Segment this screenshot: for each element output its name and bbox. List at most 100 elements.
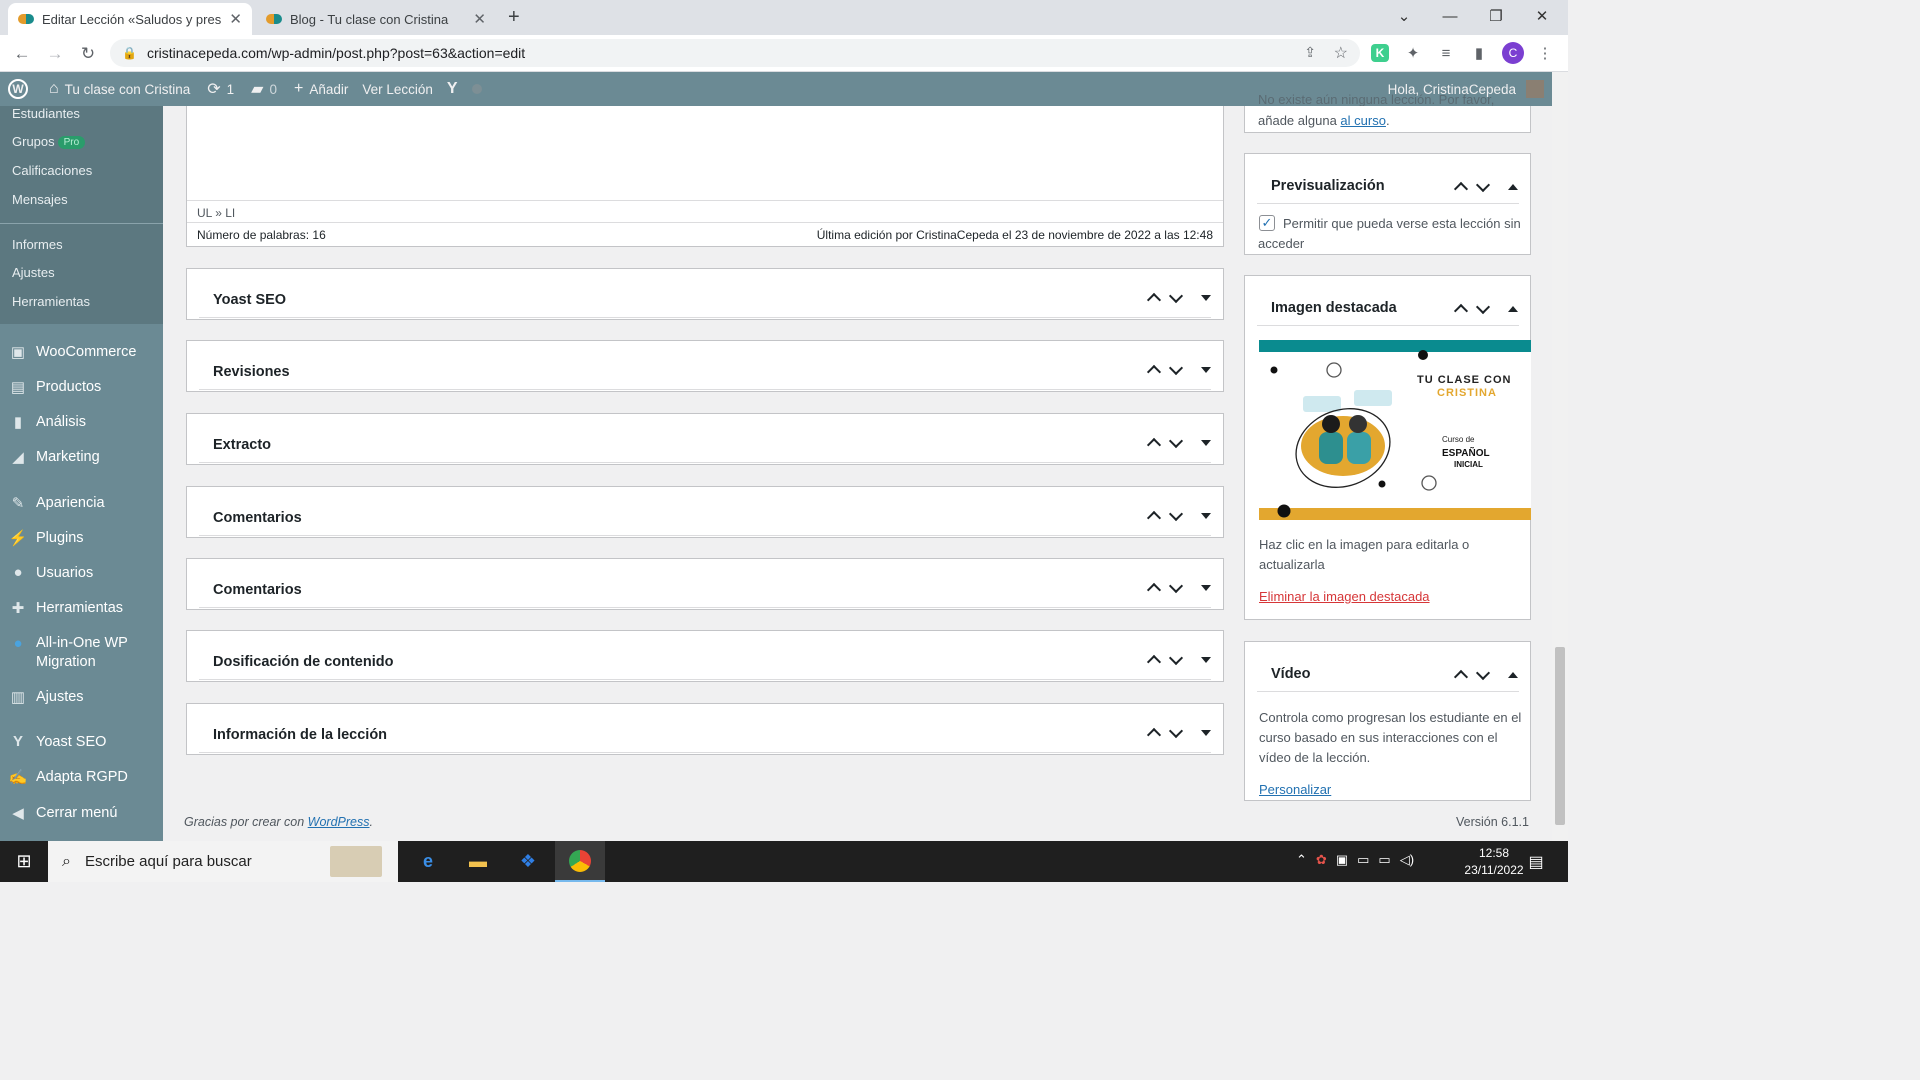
toggle-icon[interactable] (1508, 184, 1518, 190)
submenu-item-groups[interactable]: Grupos Pro (12, 134, 86, 149)
move-down-icon[interactable] (1168, 433, 1184, 449)
move-up-icon[interactable] (1146, 582, 1162, 598)
move-down-icon[interactable] (1168, 506, 1184, 522)
submenu-item[interactable]: Ajustes (12, 265, 55, 280)
move-down-icon[interactable] (1168, 578, 1184, 594)
edge-icon[interactable]: e (403, 841, 453, 882)
notifications-icon[interactable]: ▤ (1516, 841, 1556, 882)
metabox-extracto[interactable]: Extracto (186, 413, 1224, 465)
move-down-icon[interactable] (1168, 723, 1184, 739)
back-icon[interactable]: ← (9, 41, 35, 67)
submenu-item[interactable]: Informes (12, 237, 63, 252)
menu-ajustes[interactable]: ▥ Ajustes (0, 688, 163, 706)
move-up-icon[interactable] (1146, 364, 1162, 380)
submenu-item[interactable]: Mensajes (12, 192, 68, 207)
tab-search-icon[interactable]: ⌄ (1381, 0, 1427, 32)
battery-icon[interactable]: ▭ (1357, 852, 1369, 868)
browser-menu-icon[interactable]: ⋮ (1534, 42, 1556, 64)
move-down-icon[interactable] (1475, 665, 1491, 681)
close-tab-icon[interactable]: ✕ (229, 10, 242, 28)
taskbar-search[interactable]: ⌕ Escribe aquí para buscar (48, 841, 398, 882)
toggle-icon[interactable] (1508, 672, 1518, 678)
move-up-icon[interactable] (1146, 292, 1162, 308)
forward-icon[interactable]: → (42, 41, 68, 67)
extensions-puzzle-icon[interactable]: ✦ (1402, 42, 1424, 64)
toggle-icon[interactable] (1508, 306, 1518, 312)
wordpress-logo-icon[interactable]: W (0, 72, 35, 106)
toggle-icon[interactable] (1201, 295, 1211, 301)
metabox-informacion-leccion[interactable]: Información de la lección (186, 703, 1224, 755)
network-icon[interactable]: ▭ (1378, 852, 1390, 868)
site-name-link[interactable]: ⌂ Tu clase con Cristina (35, 72, 197, 106)
menu-usuarios[interactable]: ● Usuarios (0, 564, 163, 581)
toggle-icon[interactable] (1201, 585, 1211, 591)
submenu-item[interactable]: Estudiantes (12, 106, 80, 121)
chrome-icon[interactable] (555, 841, 605, 882)
star-icon[interactable]: ☆ (1334, 43, 1348, 63)
updates-link[interactable]: ⟳ 1 (197, 72, 241, 106)
metabox-dosificacion[interactable]: Dosificación de contenido (186, 630, 1224, 682)
new-tab-icon[interactable]: + (508, 6, 520, 29)
submenu-item[interactable]: Herramientas (12, 294, 90, 309)
menu-woocommerce[interactable]: ▣ WooCommerce (0, 343, 163, 361)
side-panel-icon[interactable]: ▮ (1468, 42, 1490, 64)
remove-featured-image-link[interactable]: Eliminar la imagen destacada (1259, 589, 1430, 604)
move-up-icon[interactable] (1146, 654, 1162, 670)
metabox-comentarios-2[interactable]: Comentarios (186, 558, 1224, 610)
move-up-icon[interactable] (1453, 181, 1469, 197)
move-up-icon[interactable] (1146, 727, 1162, 743)
menu-plugins[interactable]: ⚡ Plugins (0, 529, 163, 547)
page-scrollbar[interactable] (1552, 72, 1568, 841)
maximize-icon[interactable]: ❐ (1473, 0, 1519, 32)
move-down-icon[interactable] (1475, 299, 1491, 315)
volume-icon[interactable]: ◁) (1400, 852, 1414, 868)
featured-image[interactable]: TU CLASE CON CRISTINA Curso de ESPAÑOL I… (1259, 340, 1531, 520)
file-explorer-icon[interactable]: ▬ (453, 841, 503, 882)
profile-avatar[interactable]: C (1502, 42, 1524, 64)
tray-app-icon[interactable]: ✿ (1316, 852, 1327, 868)
windows-start-icon[interactable]: ⊞ (0, 841, 48, 882)
reload-icon[interactable]: ↻ (75, 41, 101, 67)
toggle-icon[interactable] (1201, 730, 1211, 736)
share-icon[interactable]: ⇪ (1304, 44, 1316, 61)
menu-productos[interactable]: ▤ Productos (0, 378, 163, 396)
toggle-icon[interactable] (1201, 513, 1211, 519)
reading-list-icon[interactable]: ≡ (1435, 42, 1457, 64)
scrollbar-thumb[interactable] (1555, 647, 1565, 825)
metabox-comentarios[interactable]: Comentarios (186, 486, 1224, 538)
move-up-icon[interactable] (1453, 669, 1469, 685)
move-up-icon[interactable] (1453, 303, 1469, 319)
wordpress-link[interactable]: WordPress (308, 815, 370, 829)
move-down-icon[interactable] (1475, 177, 1491, 193)
address-bar[interactable]: 🔒 cristinacepeda.com/wp-admin/post.php?p… (110, 39, 1360, 67)
submenu-item[interactable]: Calificaciones (12, 163, 92, 178)
dropbox-icon[interactable]: ❖ (503, 841, 553, 882)
move-down-icon[interactable] (1168, 360, 1184, 376)
extension-k-icon[interactable]: K (1371, 44, 1389, 62)
menu-adapta-rgpd[interactable]: ✍ Adapta RGPD (0, 768, 163, 786)
toggle-icon[interactable] (1201, 367, 1211, 373)
move-up-icon[interactable] (1146, 510, 1162, 526)
close-window-icon[interactable]: ✕ (1519, 0, 1565, 32)
move-up-icon[interactable] (1146, 437, 1162, 453)
view-lesson-link[interactable]: Ver Lección (355, 72, 440, 106)
close-tab-icon[interactable]: ✕ (473, 10, 486, 28)
move-down-icon[interactable] (1168, 650, 1184, 666)
menu-collapse[interactable]: ◀ Cerrar menú (0, 804, 163, 822)
menu-all-in-one-migration[interactable]: ● All-in-One WP Migration (0, 634, 163, 672)
chevron-up-icon[interactable]: ⌃ (1296, 852, 1307, 868)
minimize-icon[interactable]: — (1427, 0, 1473, 32)
system-tray[interactable]: ⌃ ✿ ▣ ▭ ▭ ◁) (1296, 852, 1414, 868)
menu-yoast-seo[interactable]: Y Yoast SEO (0, 733, 163, 750)
yoast-adminbar-icon[interactable]: Y (440, 72, 465, 106)
editor-content-area[interactable]: UL » LI Número de palabras: 16 Última ed… (186, 106, 1224, 247)
add-new-link[interactable]: + Añadir (284, 72, 355, 106)
toggle-icon[interactable] (1201, 440, 1211, 446)
metabox-revisiones[interactable]: Revisiones (186, 340, 1224, 392)
tab-edit-lesson[interactable]: Editar Lección «Saludos y presen ✕ (8, 3, 252, 35)
menu-analisis[interactable]: ▮ Análisis (0, 413, 163, 431)
menu-herramientas[interactable]: ✚ Herramientas (0, 599, 163, 617)
menu-marketing[interactable]: ◢ Marketing (0, 448, 163, 466)
comments-link[interactable]: ▰ 0 (241, 72, 284, 106)
toggle-icon[interactable] (1201, 657, 1211, 663)
